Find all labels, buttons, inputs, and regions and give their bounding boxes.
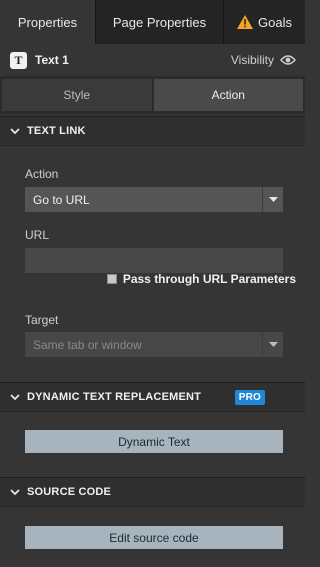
chevron-down-icon: [10, 488, 20, 495]
edit-source-code-button[interactable]: Edit source code: [25, 526, 283, 549]
warning-icon: [237, 15, 254, 29]
pro-badge: PRO: [234, 389, 265, 405]
tab-goals-label: Goals: [258, 14, 292, 30]
target-label-wrap: Target: [0, 313, 305, 327]
target-select-value: Same tab or window: [33, 337, 142, 352]
text-element-icon: T: [10, 51, 27, 69]
action-label: Action: [25, 167, 59, 181]
eye-icon[interactable]: [280, 54, 296, 66]
element-name: Text 1: [35, 53, 69, 67]
tab-properties[interactable]: Properties: [0, 0, 96, 44]
edit-source-button-wrap: Edit source code: [0, 526, 283, 549]
dropdown-arrow-icon: [262, 187, 283, 212]
top-tabs: Properties Page Properties Goals: [0, 0, 305, 44]
dynamic-text-button[interactable]: Dynamic Text: [25, 430, 283, 453]
tab-page-properties[interactable]: Page Properties: [96, 0, 224, 44]
chevron-down-icon: [10, 393, 20, 400]
target-select[interactable]: Same tab or window: [0, 332, 283, 357]
url-input[interactable]: [25, 248, 283, 273]
dynamic-text-button-wrap: Dynamic Text: [0, 430, 283, 453]
tab-action[interactable]: Action: [153, 79, 303, 111]
dropdown-arrow-icon: [262, 332, 283, 357]
pass-through-checkbox[interactable]: [106, 274, 117, 284]
style-action-tabs: Style Action: [0, 76, 305, 114]
pass-through-label[interactable]: Pass through URL Parameters: [123, 272, 296, 286]
dynamic-text-title: DYNAMIC TEXT REPLACEMENT: [27, 391, 202, 403]
action-field-group: Action: [0, 167, 305, 181]
action-select-value: Go to URL: [33, 192, 90, 207]
visibility-label: Visibility: [230, 53, 274, 67]
tab-page-properties-label: Page Properties: [112, 14, 207, 30]
source-code-section-header[interactable]: SOURCE CODE: [0, 477, 305, 507]
tab-action-label: Action: [211, 88, 245, 102]
chevron-down-icon: [10, 127, 20, 134]
text-link-title: TEXT LINK: [27, 125, 86, 137]
url-label-wrap: URL: [0, 228, 305, 242]
action-select[interactable]: Go to URL: [0, 187, 283, 212]
source-code-title: SOURCE CODE: [27, 486, 112, 498]
dynamic-text-section-header[interactable]: DYNAMIC TEXT REPLACEMENT PRO: [0, 382, 305, 412]
pass-through-row: Pass through URL Parameters: [0, 272, 305, 286]
tab-style[interactable]: Style: [2, 79, 152, 111]
text-link-section-header[interactable]: TEXT LINK: [0, 116, 305, 146]
url-label: URL: [25, 228, 50, 242]
target-label: Target: [25, 313, 59, 327]
url-input-wrap: [0, 248, 283, 273]
tab-style-label: Style: [63, 88, 91, 102]
tab-properties-label: Properties: [17, 14, 78, 30]
element-header: T Text 1 Visibility: [0, 44, 305, 76]
tab-goals[interactable]: Goals: [224, 0, 305, 44]
